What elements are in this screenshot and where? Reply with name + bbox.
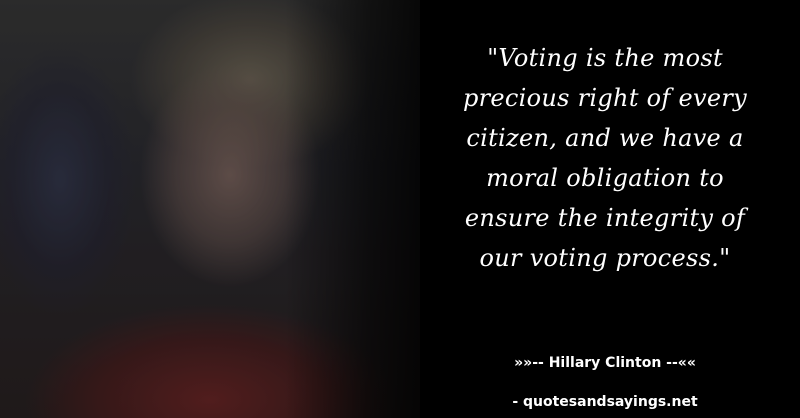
quote-line: citizen, and we have a — [466, 124, 744, 152]
quote-line: precious right of every — [462, 84, 748, 112]
quote-line: our voting process." — [479, 244, 731, 272]
author-attribution: »»-- Hillary Clinton --«« — [514, 355, 696, 371]
source-credit: - quotesandsayings.net — [512, 394, 698, 410]
quote-text: "Voting is the most precious right of ev… — [430, 38, 780, 278]
photo-fade — [0, 0, 460, 418]
quote-line: moral obligation to — [486, 164, 724, 192]
quote-line: "Voting is the most — [487, 44, 723, 72]
quote-card: "Voting is the most precious right of ev… — [0, 0, 800, 418]
quote-line: ensure the integrity of — [464, 204, 746, 232]
